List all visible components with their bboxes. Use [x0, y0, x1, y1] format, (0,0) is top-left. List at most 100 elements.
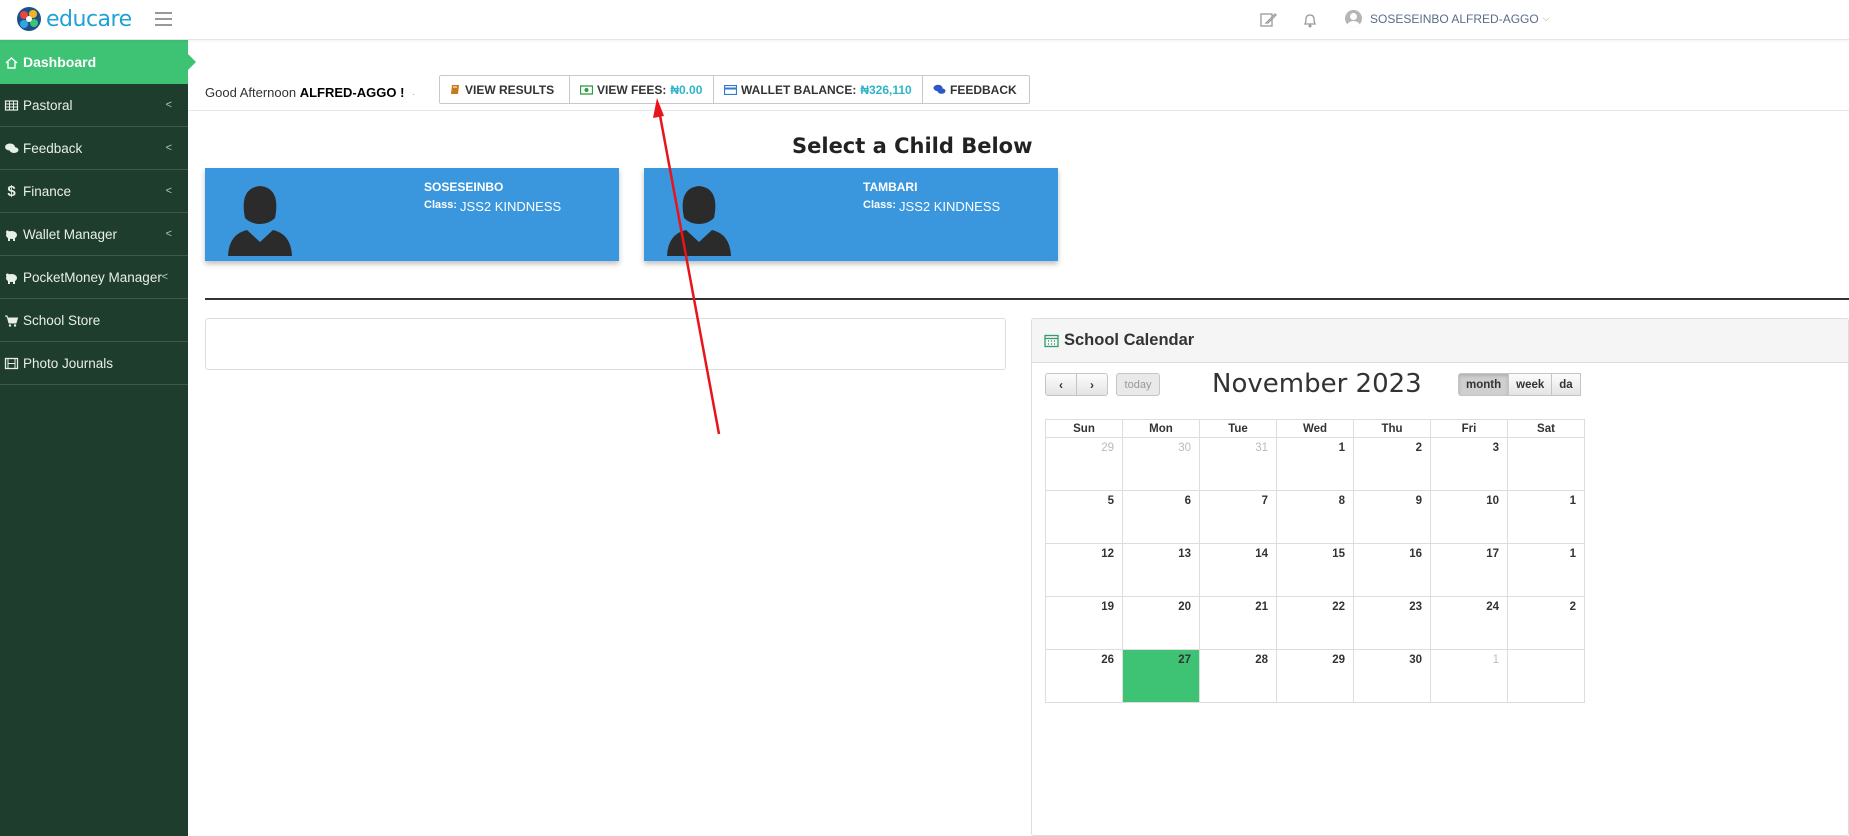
calendar-day[interactable]: 19 — [1045, 596, 1123, 650]
sidebar-item-finance[interactable]: $ Finance < — [0, 170, 188, 213]
sidebar-item-wallet-manager[interactable]: Wallet Manager < — [0, 213, 188, 256]
greeting: Good Afternoon ALFRED-AGGO ! · — [205, 85, 415, 100]
calendar-day[interactable]: 10 — [1430, 490, 1508, 544]
feedback-button[interactable]: FEEDBACK — [923, 76, 1029, 103]
calendar-day[interactable]: 30 — [1353, 649, 1431, 703]
fees-value: ₦0.00 — [670, 82, 703, 97]
user-menu[interactable]: SOSESEINBO ALFRED-AGGO ⌵ — [1345, 10, 1550, 27]
calendar-view-switcher: month week da — [1458, 373, 1581, 396]
child-card[interactable]: SOSESEINBO Class: JSS2 KINDNESS — [205, 168, 619, 261]
child-avatar-icon — [667, 186, 731, 256]
view-fees-label: VIEW FEES: — [597, 82, 667, 97]
sidebar-item-pastoral[interactable]: Pastoral < — [0, 84, 188, 127]
sidebar-item-dashboard[interactable]: Dashboard — [0, 40, 196, 84]
edit-icon[interactable] — [1259, 11, 1277, 29]
sidebar-item-feedback[interactable]: Feedback < — [0, 127, 188, 170]
calendar-day[interactable]: 28 — [1199, 649, 1277, 703]
table-icon — [4, 99, 19, 111]
calendar-icon — [1044, 334, 1059, 348]
calendar-day[interactable]: 1 — [1507, 490, 1585, 544]
header-divider — [188, 110, 1849, 111]
chevron-left-icon: < — [165, 185, 172, 197]
calendar-day[interactable]: 17 — [1430, 543, 1508, 597]
chevron-left-icon: < — [165, 228, 172, 240]
weekday-header: Fri — [1430, 419, 1508, 438]
weekday-header: Tue — [1199, 419, 1277, 438]
calendar-day[interactable]: 8 — [1276, 490, 1354, 544]
credit-card-icon — [724, 84, 737, 95]
wallet-balance-button[interactable]: WALLET BALANCE: ₦326,110 — [714, 76, 923, 103]
wallet-balance-label: WALLET BALANCE: — [741, 82, 857, 97]
calendar-day[interactable]: 21 — [1199, 596, 1277, 650]
brand-logo[interactable]: educare — [16, 6, 132, 32]
calendar-day[interactable]: 29 — [1045, 437, 1123, 491]
child-class-label: Class: — [424, 199, 458, 211]
calendar-day[interactable]: 1 — [1276, 437, 1354, 491]
book-icon — [451, 85, 459, 94]
child-class: Class: JSS2 KINDNESS — [424, 199, 561, 214]
sidebar-item-pocketmoney-manager[interactable]: PocketMoney Manager < — [0, 256, 188, 299]
calendar-day[interactable]: 5 — [1045, 490, 1123, 544]
calendar-day[interactable]: 29 — [1276, 649, 1354, 703]
child-name: SOSESEINBO — [424, 180, 504, 194]
child-class-value: JSS2 KINDNESS — [460, 199, 562, 214]
chevron-down-icon: ⌵ — [1542, 13, 1550, 23]
calendar-day[interactable] — [1507, 437, 1585, 491]
section-divider — [205, 298, 1849, 300]
calendar-day[interactable]: 7 — [1199, 490, 1277, 544]
calendar-day[interactable]: 30 — [1122, 437, 1200, 491]
child-card[interactable]: TAMBARI Class: JSS2 KINDNESS — [644, 168, 1058, 261]
calendar-day[interactable]: 2 — [1507, 596, 1585, 650]
next-month-button[interactable]: › — [1077, 373, 1108, 396]
view-fees-button[interactable]: VIEW FEES: ₦0.00 — [570, 76, 714, 103]
comments-icon — [933, 84, 946, 94]
day-view-button[interactable]: da — [1552, 373, 1581, 396]
film-icon — [4, 357, 19, 369]
calendar-day[interactable]: 15 — [1276, 543, 1354, 597]
calendar-day[interactable]: 12 — [1045, 543, 1123, 597]
calendar-day[interactable]: 26 — [1045, 649, 1123, 703]
calendar-day[interactable]: 9 — [1353, 490, 1431, 544]
calendar-day[interactable]: 23 — [1353, 596, 1431, 650]
calendar-day[interactable]: 14 — [1199, 543, 1277, 597]
sidebar-item-photo-journals[interactable]: Photo Journals — [0, 342, 188, 385]
sidebar-item-label: Wallet Manager — [23, 226, 118, 242]
calendar-day[interactable]: 6 — [1122, 490, 1200, 544]
weekday-header: Wed — [1276, 419, 1354, 438]
calendar-day[interactable]: 1 — [1507, 543, 1585, 597]
brand-name: educare — [46, 6, 132, 32]
prev-month-button[interactable]: ‹ — [1045, 373, 1077, 396]
calendar-day[interactable]: 31 — [1199, 437, 1277, 491]
month-view-button[interactable]: month — [1458, 373, 1510, 396]
child-class: Class: JSS2 KINDNESS — [863, 199, 1000, 214]
menu-toggle-icon[interactable] — [155, 12, 172, 26]
calendar-day[interactable]: 24 — [1430, 596, 1508, 650]
sidebar-item-school-store[interactable]: School Store — [0, 299, 188, 342]
calendar-day[interactable]: 16 — [1353, 543, 1431, 597]
calendar-grid: Sun Mon Tue Wed Thu Fri Sat 29 30 31 1 2… — [1045, 419, 1585, 703]
calendar-day[interactable] — [1507, 649, 1585, 703]
quick-actions: VIEW RESULTS VIEW FEES: ₦0.00 WALLET BAL… — [439, 75, 1030, 104]
calendar-day[interactable]: 13 — [1122, 543, 1200, 597]
avatar — [1345, 10, 1362, 27]
view-results-label: VIEW RESULTS — [465, 82, 555, 97]
week-view-button[interactable]: week — [1509, 373, 1553, 396]
cart-icon — [5, 315, 19, 327]
calendar-day[interactable]: 20 — [1122, 596, 1200, 650]
calendar-day[interactable]: 1 — [1430, 649, 1508, 703]
sidebar-item-label: PocketMoney Manager — [23, 269, 162, 285]
today-button[interactable]: today — [1116, 373, 1160, 396]
calendar-nav: ‹ › — [1045, 373, 1108, 396]
comments-icon — [5, 143, 19, 153]
view-results-button[interactable]: VIEW RESULTS — [440, 76, 570, 103]
chevron-left-icon: < — [165, 99, 172, 111]
bell-icon[interactable] — [1301, 11, 1319, 29]
empty-panel — [205, 318, 1006, 370]
calendar-day[interactable]: 22 — [1276, 596, 1354, 650]
calendar-day-today[interactable]: 27 — [1122, 649, 1200, 703]
calendar-day[interactable]: 2 — [1353, 437, 1431, 491]
piggy-bank-icon — [6, 273, 17, 284]
calendar-header: School Calendar — [1032, 319, 1848, 363]
greeting-prefix: Good Afternoon — [205, 85, 297, 100]
calendar-day[interactable]: 3 — [1430, 437, 1508, 491]
